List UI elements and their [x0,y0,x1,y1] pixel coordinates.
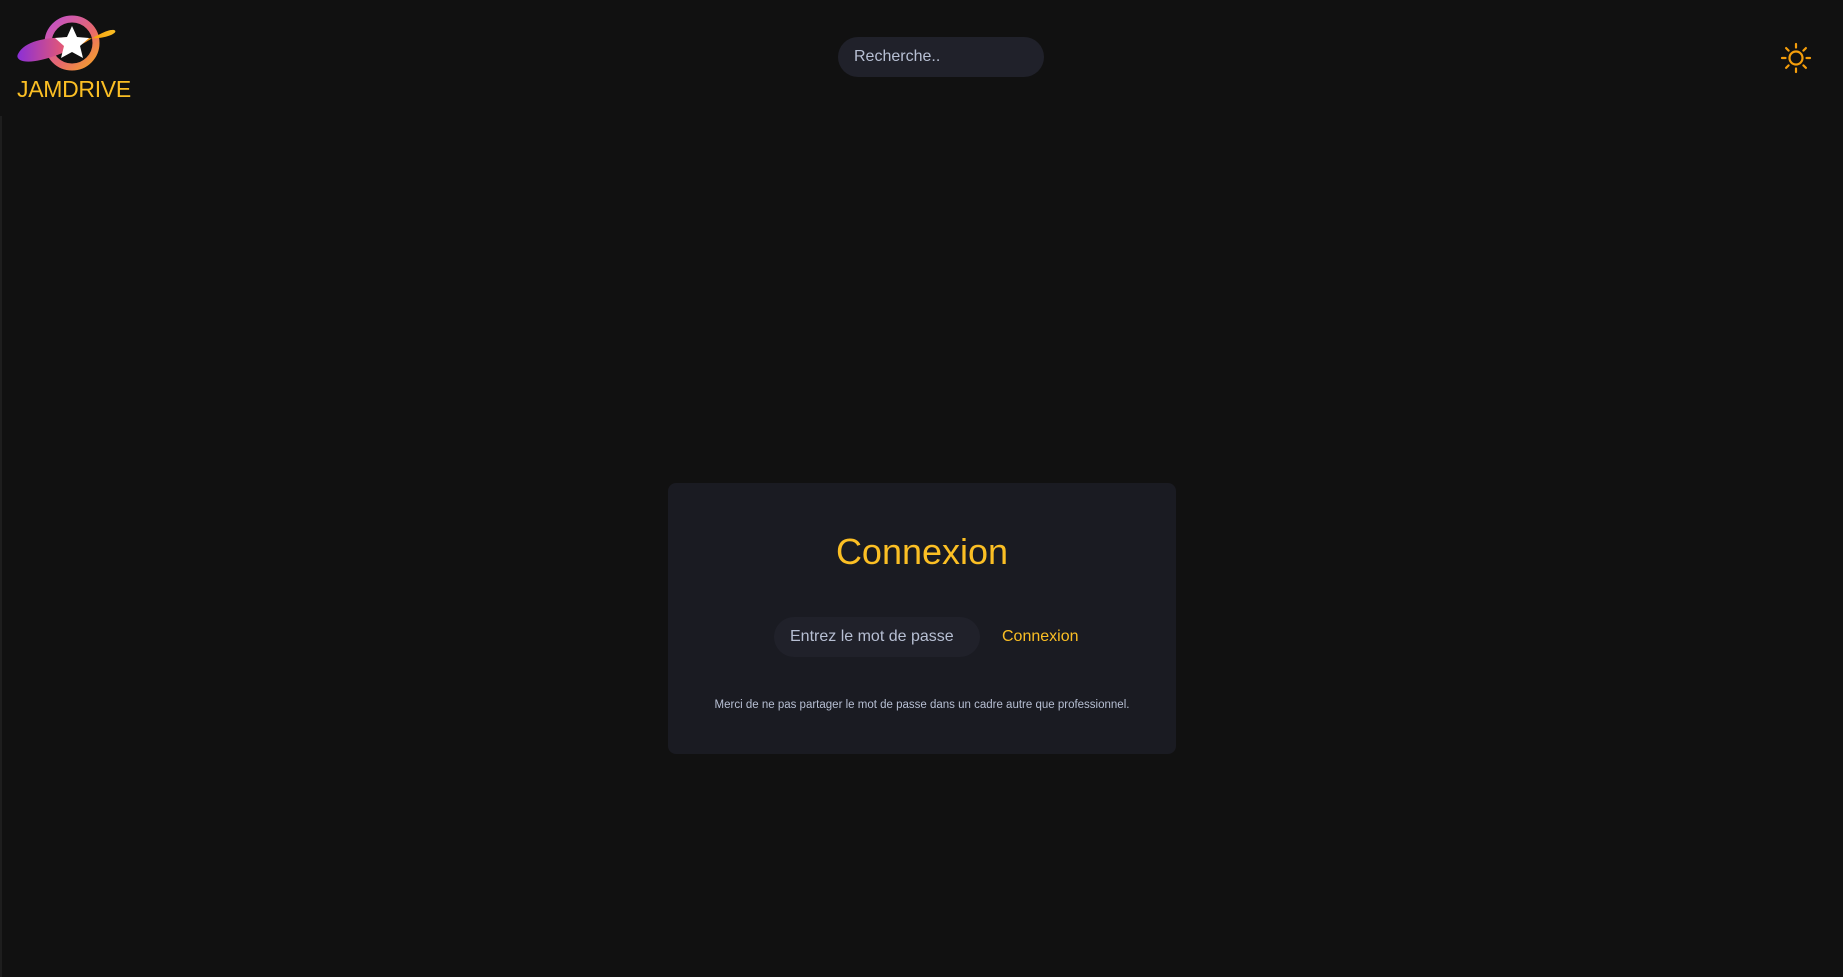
brand-name: JAMDRIVE [17,76,131,102]
login-title: Connexion [835,531,1009,572]
password-input[interactable] [774,617,980,657]
login-button[interactable]: Connexion [994,617,1087,657]
search-input[interactable] [838,37,1044,77]
sun-icon [1780,42,1812,74]
login-card: Connexion Connexion Merci de ne pas part… [668,483,1176,754]
brand-logo-link[interactable]: JAMDRIVE [16,14,136,104]
theme-toggle-button[interactable] [1780,42,1812,74]
left-edge-divider [0,116,2,977]
password-notice: Merci de ne pas partager le mot de passe… [714,699,1130,711]
page: JAMDRIVE Connexion Connexion [0,0,1843,977]
top-header: JAMDRIVE [0,0,1843,116]
planet-star-logo-icon [17,15,116,71]
